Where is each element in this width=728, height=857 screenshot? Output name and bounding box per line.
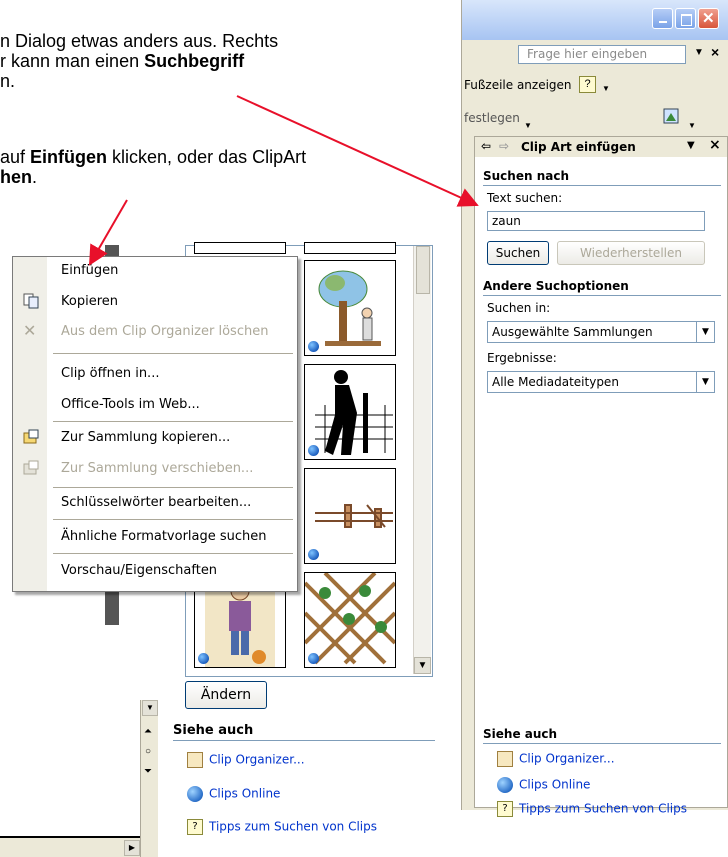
arrow-to-search-field (236, 95, 479, 207)
annotation-arrows (88, 95, 479, 266)
arrow-to-insert-item (88, 199, 128, 266)
